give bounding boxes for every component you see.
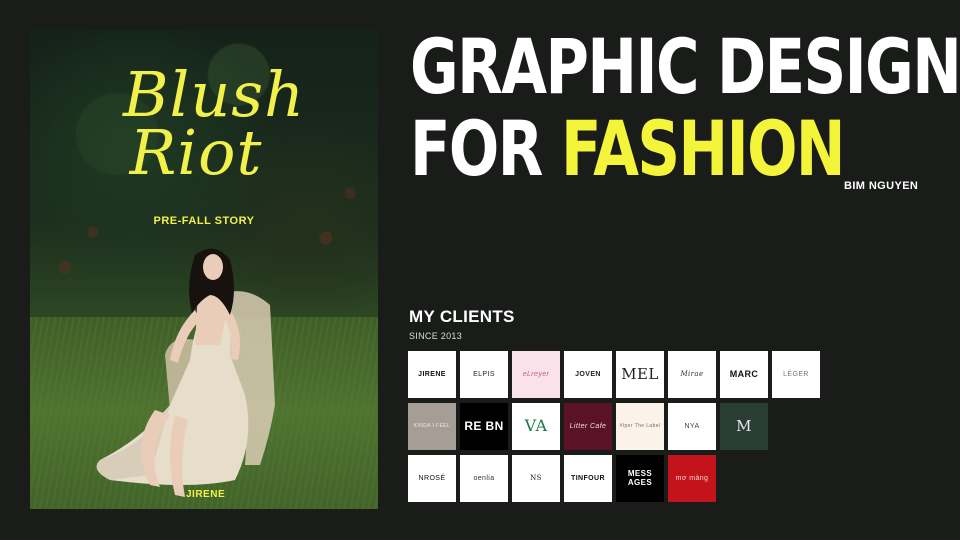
client-logo: Mirae [668,351,716,398]
clients-since: SINCE 2013 [409,331,463,341]
headline-line2: FOR FASHION [410,108,846,190]
client-logo: VA [512,403,560,450]
client-logo: KINDA I FEEL [408,403,456,450]
client-logo: Litter Cafe [564,403,612,450]
client-logo-label: M [736,416,752,435]
client-logo-label: RE BN [464,419,504,434]
client-logo-label: Litter Cafe [569,423,607,430]
client-logo: ELPIS [460,351,508,398]
client-logo: RE BN [460,403,508,450]
client-logo: NROSÉ [408,455,456,502]
client-logo-label: NROSÉ [418,475,446,482]
client-logo: oenlia [460,455,508,502]
client-logo-row: KINDA I FEEL RE BN VA Litter Cafe #Iper The … [408,403,820,450]
client-logo: MARC [720,351,768,398]
poster-subtitle: PRE-FALL STORY [153,215,255,227]
client-logo: JOVEN [564,351,612,398]
client-logo-row: NROSÉ oenlia NS TINFOUR MESS AGES mơ màng [408,455,820,502]
model-illustration [96,248,275,497]
client-logo: NYA [668,403,716,450]
client-logo-label: NYA [684,423,700,430]
client-logo-label: JOVEN [575,371,601,378]
client-logo-row: JIRENE ELPIS eLreyer JOVEN MEL Mirae MARC LÉGER [408,351,820,398]
clients-title: MY CLIENTS [409,307,515,326]
client-logo-label: LÉGER [783,371,809,378]
client-logo-label: MESS AGES [627,469,653,487]
client-logo-label: ELPIS [473,371,495,378]
client-logo-grid: JIRENE ELPIS eLreyer JOVEN MEL Mirae MARC LÉGER… [408,351,820,507]
client-logo-label: eLreyer [522,371,550,378]
client-logo: MEL [616,351,664,398]
headline-line1: GRAPHIC DESIGN [410,22,960,111]
client-logo: JIRENE [408,351,456,398]
poster-title-line2: Riot [129,116,263,189]
client-logo-label: TINFOUR [571,475,605,482]
client-logo-label: MEL [621,364,659,383]
client-logo-label: MARC [729,368,759,379]
client-logo: M [720,403,768,450]
client-logo: mơ màng [668,455,716,502]
client-logo: LÉGER [772,351,820,398]
client-logo-label: #Iper The Label [619,422,661,429]
headline-line2-accent: FASHION [560,104,846,193]
headline: GRAPHIC DESIGN FOR FASHION [410,22,960,190]
client-logo-label: KINDA I FEEL [413,422,451,429]
client-logo: #Iper The Label [616,403,664,450]
client-logo-label: oenlia [473,475,495,482]
cover-poster: Blush Riot PRE-FALL STORY JIRENE [30,30,378,509]
poster-brand-logo: JIRENE [186,489,226,500]
client-logo-label: VA [524,416,548,436]
client-logo-label: mơ màng [675,475,709,482]
headline-line2-prefix: FOR [410,104,561,193]
client-logo-label: NS [530,474,542,482]
author-name: BIM NGUYEN [844,180,919,192]
client-logo-label: Mirae [680,370,704,378]
client-logo: TINFOUR [564,455,612,502]
client-logo-label: JIRENE [418,371,446,378]
client-logo: NS [512,455,560,502]
client-logo: MESS AGES [616,455,664,502]
client-logo: eLreyer [512,351,560,398]
